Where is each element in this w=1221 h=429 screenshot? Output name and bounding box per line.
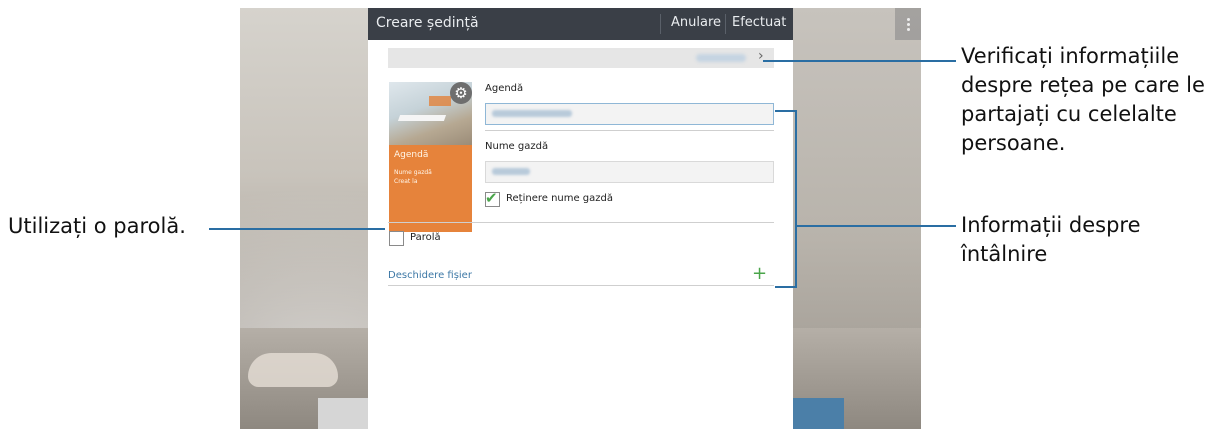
callout-line-network bbox=[763, 60, 956, 62]
open-file-link[interactable]: Deschidere fișier bbox=[388, 270, 472, 281]
callout-bracket-vertical bbox=[795, 110, 797, 288]
thumbnail-agenda-label: Agendă bbox=[394, 150, 429, 160]
cancel-button[interactable]: Anulare bbox=[671, 15, 721, 30]
callout-password: Utilizați o parolă. bbox=[8, 214, 186, 238]
agenda-input[interactable] bbox=[485, 103, 774, 125]
password-checkbox[interactable] bbox=[389, 231, 404, 246]
network-info-bar[interactable]: › bbox=[388, 48, 774, 68]
meeting-thumbnail[interactable]: ⚙ Agendă Nume gazdă Creat la bbox=[389, 82, 472, 232]
action-bar-divider bbox=[660, 14, 661, 34]
agenda-input-value bbox=[492, 110, 572, 117]
divider bbox=[388, 222, 774, 223]
host-name-label: Nume gazdă bbox=[485, 141, 549, 152]
thumbnail-details: Nume gazdă Creat la bbox=[394, 168, 432, 186]
action-bar-divider bbox=[725, 14, 726, 34]
network-info-text bbox=[696, 54, 746, 62]
add-file-icon[interactable]: + bbox=[752, 265, 767, 283]
remember-host-checkbox[interactable]: ✔ bbox=[485, 189, 500, 207]
callout-network: Verificați informațiile despre rețea pe … bbox=[961, 44, 1205, 155]
thumbnail-host-label: Nume gazdă bbox=[394, 169, 432, 176]
tablet-screen: Creare ședință Anulare Efectuat › ⚙ Agen… bbox=[240, 8, 921, 429]
checkmark-icon: ✔ bbox=[485, 189, 498, 207]
remember-host-label: Reținere nume gazdă bbox=[506, 193, 614, 204]
callout-line-meeting bbox=[797, 225, 956, 227]
divider bbox=[388, 285, 774, 286]
host-name-input[interactable] bbox=[485, 161, 774, 183]
gear-icon[interactable]: ⚙ bbox=[450, 82, 472, 104]
agenda-label: Agendă bbox=[485, 83, 524, 94]
callout-line-password bbox=[209, 228, 385, 230]
thumbnail-created-label: Creat la bbox=[394, 178, 418, 185]
create-meeting-form: › ⚙ Agendă Nume gazdă Creat la Agendă Nu… bbox=[368, 40, 793, 429]
background-right-button bbox=[793, 398, 844, 429]
callout-meeting: Informații despre întâlnire bbox=[961, 213, 1141, 266]
callout-bracket-bottom bbox=[775, 286, 797, 288]
action-bar-title: Creare ședință bbox=[376, 15, 479, 31]
action-bar: Creare ședință Anulare Efectuat bbox=[368, 8, 793, 40]
password-label: Parolă bbox=[410, 232, 441, 243]
host-name-input-value bbox=[492, 168, 530, 175]
background-left-button bbox=[318, 398, 368, 429]
divider bbox=[485, 130, 774, 131]
more-options-icon[interactable] bbox=[895, 8, 921, 40]
done-button[interactable]: Efectuat bbox=[732, 15, 786, 30]
background-hand bbox=[248, 353, 338, 387]
callout-bracket-top bbox=[775, 110, 797, 112]
